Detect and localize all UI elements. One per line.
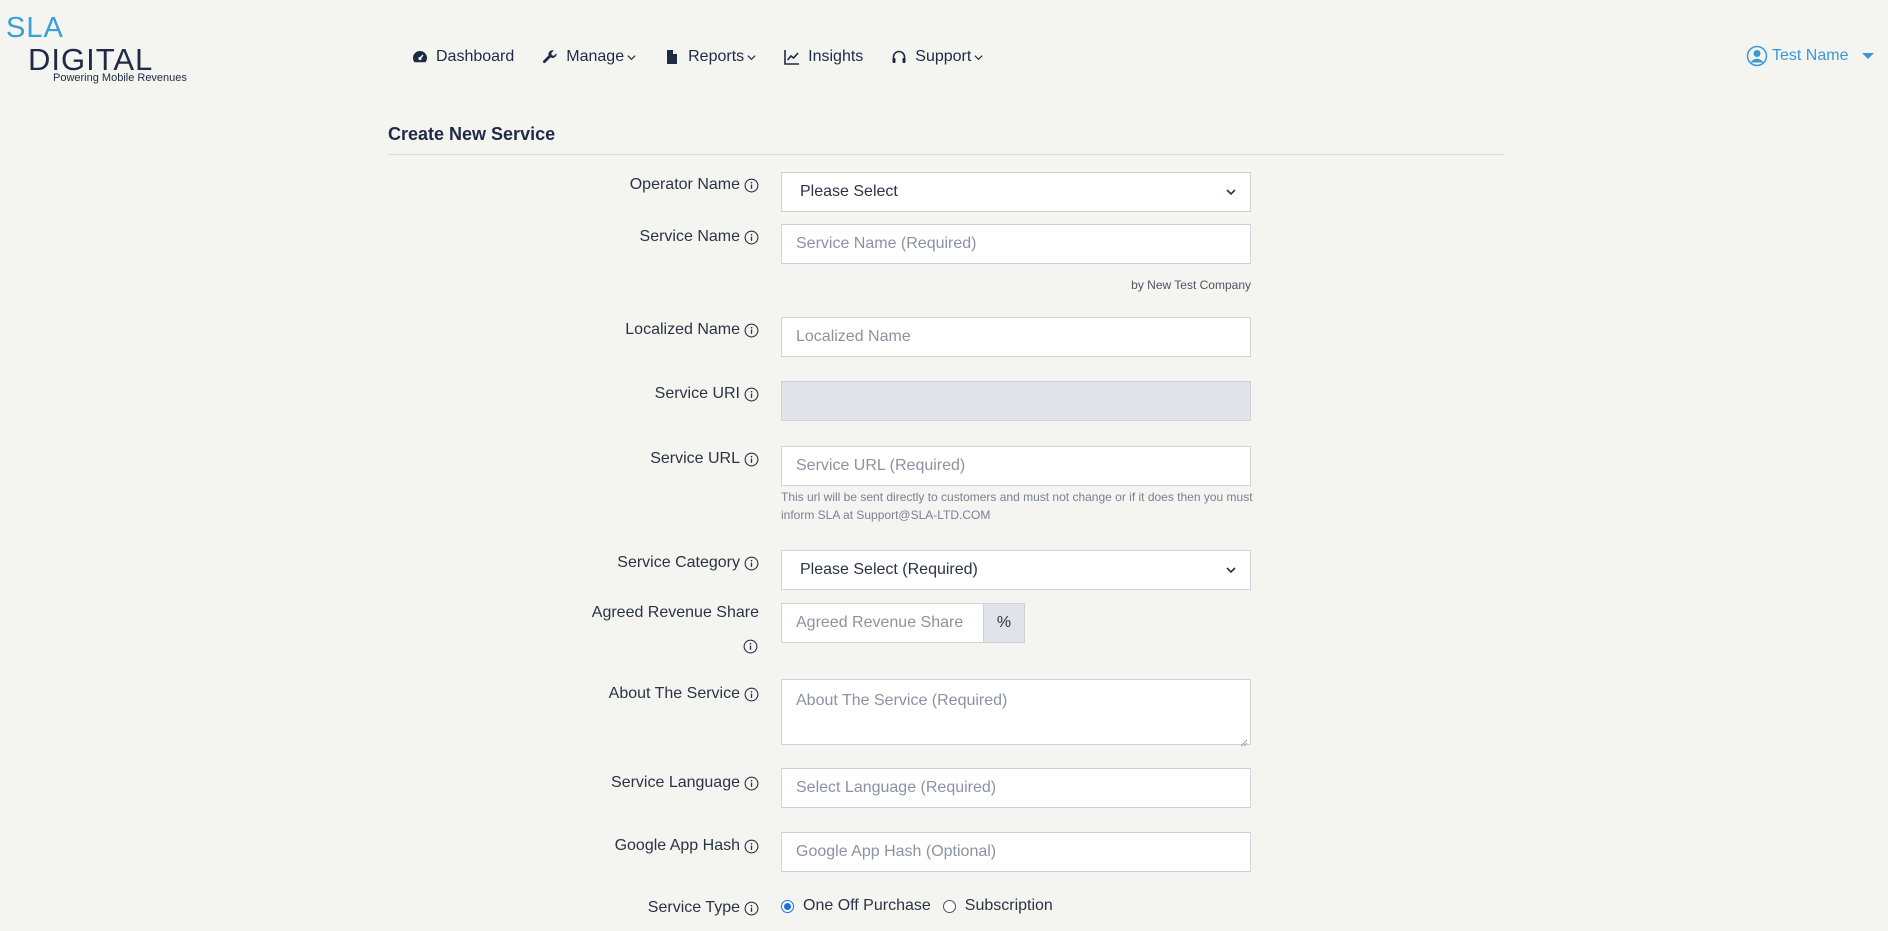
headset-icon xyxy=(891,49,907,65)
placeholder: Select Language (Required) xyxy=(796,779,997,796)
nav-reports[interactable]: Reports xyxy=(664,46,756,68)
operator-name-label: Operator Name xyxy=(630,176,759,194)
label-text: Localized Name xyxy=(625,321,740,338)
nav-support[interactable]: Support xyxy=(891,46,983,68)
label-text: Service Language xyxy=(611,774,740,791)
label-text: Service Type xyxy=(647,899,740,916)
info-icon[interactable] xyxy=(744,776,759,791)
logo-tagline: Powering Mobile Revenues xyxy=(53,72,187,84)
info-icon[interactable] xyxy=(744,178,759,193)
service-language-label: Service Language xyxy=(611,774,759,792)
radio-subscription[interactable] xyxy=(942,899,956,913)
nav-label: Support xyxy=(915,48,972,65)
dashboard-icon xyxy=(412,49,428,65)
service-uri-label: Service URI xyxy=(655,385,759,403)
service-name-label: Service Name xyxy=(640,228,759,246)
service-type-options: One Off Purchase Subscription xyxy=(781,897,1053,915)
label-text: Service URI xyxy=(654,385,740,402)
caret-down-icon xyxy=(1862,53,1875,59)
app-hash-input[interactable]: Google App Hash (Optional) xyxy=(781,832,1251,872)
select-value: Please Select (Required) xyxy=(800,561,978,578)
percent-addon: % xyxy=(983,603,1025,643)
placeholder: Google App Hash (Optional) xyxy=(796,843,997,860)
logo[interactable]: SLA DIGITAL Powering Mobile Revenues xyxy=(6,12,187,88)
user-circle-icon xyxy=(1746,45,1768,67)
revenue-share-input[interactable]: Agreed Revenue Share xyxy=(781,603,984,643)
service-type-label: Service Type xyxy=(648,899,759,917)
nav-insights[interactable]: Insights xyxy=(784,46,863,68)
localized-name-input[interactable]: Localized Name xyxy=(781,317,1251,357)
nav-label: Insights xyxy=(808,48,864,65)
service-url-label: Service URL xyxy=(650,450,759,468)
nav-dashboard[interactable]: Dashboard xyxy=(412,46,514,68)
placeholder: Service Name (Required) xyxy=(796,235,977,252)
user-menu[interactable]: Test Name xyxy=(1746,45,1875,67)
placeholder: Service URL (Required) xyxy=(796,457,966,474)
about-service-textarea[interactable]: About The Service (Required) xyxy=(781,679,1251,747)
document-icon xyxy=(664,49,680,65)
about-service-label: About The Service xyxy=(609,685,759,703)
logo-text-sla: SLA xyxy=(6,12,64,44)
service-language-input[interactable]: Select Language (Required) xyxy=(781,768,1251,808)
operator-name-select[interactable]: Please Select xyxy=(781,172,1251,212)
help-line: This url will be sent directly to custom… xyxy=(781,490,1253,504)
label-text: Service Category xyxy=(617,554,740,571)
info-icon[interactable] xyxy=(744,901,759,916)
service-category-label: Service Category xyxy=(617,554,759,572)
chevron-down-icon xyxy=(627,53,636,62)
wrench-icon xyxy=(542,49,558,65)
nav-manage[interactable]: Manage xyxy=(542,46,636,68)
resize-handle-icon[interactable] xyxy=(1240,734,1248,747)
chevron-down-icon xyxy=(1226,187,1236,197)
help-line: inform SLA at Support@SLA-LTD.COM xyxy=(781,508,991,522)
info-icon[interactable] xyxy=(744,387,759,402)
nav-label: Dashboard xyxy=(436,48,515,65)
label-text: Service URL xyxy=(650,450,740,467)
page-title: Create New Service xyxy=(388,124,556,144)
label-text: Service Name xyxy=(639,228,740,245)
service-url-input[interactable]: Service URL (Required) xyxy=(781,446,1251,486)
nav-label: Manage xyxy=(566,48,625,65)
radio-one-off-purchase[interactable] xyxy=(781,899,794,913)
radio-label[interactable]: Subscription xyxy=(965,897,1053,915)
service-category-select[interactable]: Please Select (Required) xyxy=(781,550,1251,590)
info-icon[interactable] xyxy=(743,639,758,654)
chart-line-icon xyxy=(784,49,800,65)
revenue-share-label: Agreed Revenue Share xyxy=(591,604,759,621)
chevron-down-icon xyxy=(1226,565,1236,575)
select-value: Please Select xyxy=(800,183,898,200)
nav-label: Reports xyxy=(688,48,745,65)
info-icon[interactable] xyxy=(744,839,759,854)
info-icon[interactable] xyxy=(744,452,759,467)
info-icon[interactable] xyxy=(744,556,759,571)
radio-label[interactable]: One Off Purchase xyxy=(803,897,931,915)
service-uri-input xyxy=(781,381,1251,421)
placeholder: Agreed Revenue Share xyxy=(796,614,964,631)
chevron-down-icon xyxy=(747,53,756,62)
info-icon[interactable] xyxy=(744,323,759,338)
service-url-help: This url will be sent directly to custom… xyxy=(781,488,1261,524)
label-text: Google App Hash xyxy=(614,837,740,854)
placeholder: Localized Name xyxy=(796,328,911,345)
placeholder: About The Service (Required) xyxy=(796,692,1008,709)
info-icon[interactable] xyxy=(744,687,759,702)
label-text: About The Service xyxy=(608,685,740,702)
app-hash-label: Google App Hash xyxy=(615,837,759,855)
service-name-input[interactable]: Service Name (Required) xyxy=(781,224,1251,264)
localized-name-label: Localized Name xyxy=(625,321,759,339)
label-text: Operator Name xyxy=(629,176,740,193)
main-nav: Dashboard Manage Reports Insights Suppor… xyxy=(412,46,1011,68)
chevron-down-icon xyxy=(974,53,983,62)
info-icon[interactable] xyxy=(744,230,759,245)
company-help-text: by New Test Company xyxy=(1131,278,1251,292)
user-name: Test Name xyxy=(1772,47,1849,64)
divider xyxy=(388,154,1505,155)
